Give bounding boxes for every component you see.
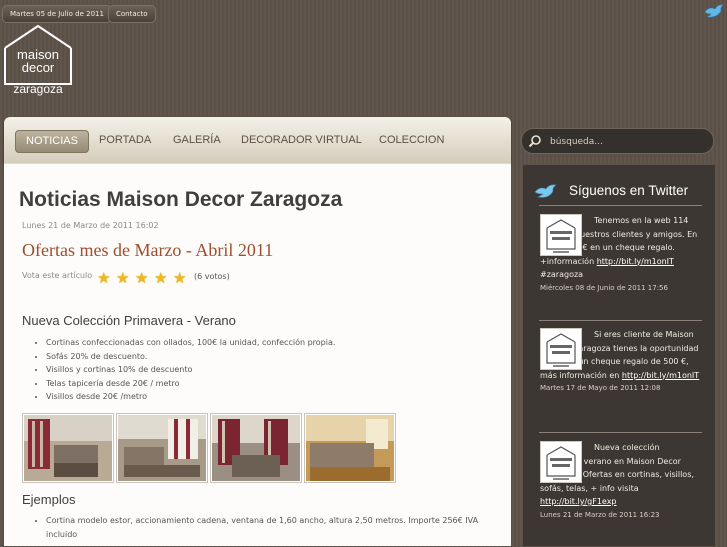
star-icon[interactable]: ★: [173, 271, 188, 286]
page-title: Noticias Maison Decor Zaragoza: [19, 188, 343, 211]
list-item: Sofás 20% de descuento.: [46, 350, 335, 364]
tweet-item: Nueva colección primavera verano en Mais…: [540, 441, 702, 519]
list-item: Visillos y cortinas 10% de descuento: [46, 363, 335, 377]
article-date: Lunes 21 de Marzo de 2011 16:02: [22, 221, 159, 230]
gallery-thumbnail[interactable]: [210, 413, 302, 483]
list-item: Telas tapicería desde 20€ / metro: [46, 377, 335, 391]
main-content: Noticias Maison Decor Zaragoza Lunes 21 …: [4, 163, 511, 546]
gallery-thumbnail[interactable]: [304, 413, 396, 483]
current-date: Martes 05 de Julio de 2011: [2, 5, 112, 23]
twitter-icon[interactable]: [703, 2, 725, 22]
vote-label: Vota este artículo: [22, 271, 93, 280]
nav-item-coleccion[interactable]: COLECCION: [379, 130, 444, 151]
logo-city: zaragoza: [13, 82, 63, 96]
logo-avatar-icon: [546, 446, 576, 480]
divider: [539, 205, 702, 206]
offers-list: Cortinas confeccionadas con ollados, 100…: [22, 336, 335, 404]
vote-count: (6 votos): [194, 272, 230, 281]
section-heading-collection: Nueva Colección Primavera - Verano: [22, 313, 236, 328]
search-icon[interactable]: [528, 134, 542, 148]
tweet-item: Tenemos en la web 114 fotos de nuestros …: [540, 214, 702, 292]
twitter-sidebar: Síguenos en Twitter Tenemos en la web 11…: [522, 164, 716, 547]
star-icon[interactable]: ★: [97, 271, 112, 286]
star-icon[interactable]: ★: [135, 271, 150, 286]
avatar[interactable]: [540, 328, 582, 370]
twitter-title: Síguenos en Twitter: [569, 183, 689, 198]
logo-avatar-icon: [546, 219, 576, 253]
star-icon[interactable]: ★: [116, 271, 131, 286]
tweet-item: Si eres cliente de Maison Decor #Zaragoz…: [540, 328, 702, 392]
room-photo: [306, 415, 394, 481]
list-item: Cortinas confeccionadas con ollados, 100…: [46, 336, 335, 350]
divider: [539, 320, 702, 321]
avatar[interactable]: [540, 214, 582, 256]
room-photo: [212, 415, 300, 481]
tweet-date: Martes 17 de Mayo de 2011 12:08: [540, 384, 661, 392]
nav-item-decorador-virtual[interactable]: DECORADOR VIRTUAL: [241, 130, 362, 151]
room-photo: [118, 415, 206, 481]
article-title[interactable]: Ofertas mes de Marzo - Abril 2011: [22, 240, 273, 261]
tweet-link[interactable]: http://bit.ly/gF1exp: [540, 497, 617, 506]
room-photo: [24, 415, 112, 481]
tweet-link[interactable]: http://bit.ly/m1onIT: [597, 257, 674, 266]
nav-item-galeria[interactable]: GALERÍA: [173, 130, 221, 151]
twitter-header: Síguenos en Twitter: [534, 181, 714, 203]
logo-avatar-icon: [546, 333, 576, 367]
gallery-thumbnail[interactable]: [22, 413, 114, 483]
search-input[interactable]: [548, 132, 707, 151]
contact-link[interactable]: Contacto: [108, 5, 156, 23]
gallery-thumbnail[interactable]: [116, 413, 208, 483]
main-navigation: NOTICIAS PORTADA GALERÍA DECORADOR VIRTU…: [4, 117, 511, 163]
rating-stars[interactable]: ★ ★ ★ ★ ★: [97, 268, 192, 287]
tweet-link[interactable]: http://bit.ly/m1onIT: [622, 371, 699, 380]
tweet-date: Miércoles 08 de Junio de 2011 17:56: [540, 283, 668, 292]
nav-item-noticias[interactable]: NOTICIAS: [15, 130, 89, 153]
site-header: Martes 05 de Julio de 2011 Contacto mais…: [0, 0, 727, 114]
avatar[interactable]: [540, 441, 582, 483]
list-item: Cortina modelo estor, accionamiento cade…: [46, 514, 496, 541]
search-box: [521, 128, 714, 154]
examples-list: Cortina modelo estor, accionamiento cade…: [22, 514, 496, 541]
site-logo[interactable]: maison decor zaragoza: [3, 24, 73, 100]
star-icon[interactable]: ★: [154, 271, 169, 286]
section-heading-examples: Ejemplos: [22, 492, 76, 507]
logo-line2: decor: [21, 60, 55, 75]
nav-item-portada[interactable]: PORTADA: [99, 130, 151, 151]
list-item: Visillos desde 20€ /metro: [46, 390, 335, 404]
tweet-date: Lunes 21 de Marzo de 2011 16:23: [540, 510, 660, 519]
divider: [539, 432, 702, 433]
twitter-bird-icon: [534, 184, 557, 198]
